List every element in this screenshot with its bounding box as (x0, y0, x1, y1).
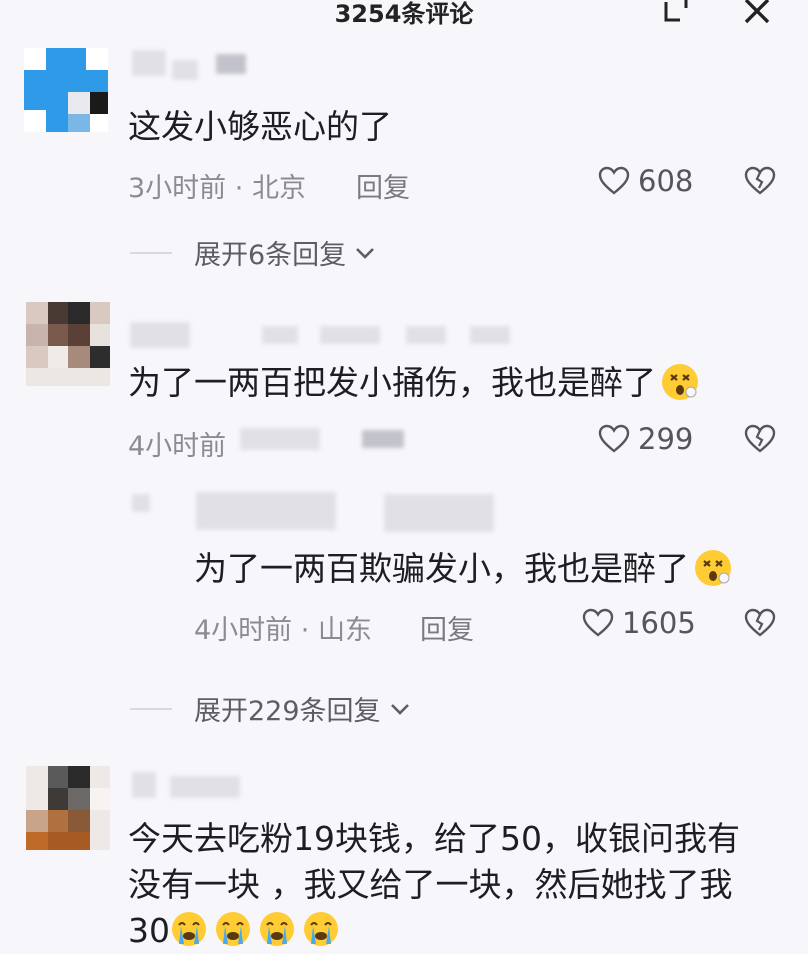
comment-time: 3小时前 (128, 173, 227, 204)
username-blurred (470, 326, 510, 344)
username-blurred (172, 60, 198, 80)
expand-replies-button[interactable]: 展开6条回复 (130, 233, 376, 272)
username-blurred[interactable] (130, 322, 190, 348)
username-blurred (262, 326, 298, 344)
dislike-button[interactable] (744, 608, 776, 638)
location-blurred (240, 428, 320, 450)
chevron-down-icon (356, 247, 375, 259)
username-blurred[interactable] (196, 492, 336, 530)
like-count: 608 (638, 164, 694, 198)
avatar[interactable] (26, 766, 110, 850)
like-count: 299 (638, 422, 694, 456)
heart-icon (598, 424, 630, 453)
avatar[interactable] (26, 302, 110, 386)
broken-heart-icon (744, 608, 776, 637)
chevron-down-icon (390, 703, 409, 715)
expand-replies-button[interactable]: 展开229条回复 (130, 689, 411, 728)
comment-text-line: 没有一块 ，我又给了一块，然后她找了我 (128, 865, 733, 904)
comment-text-line: 今天去吃粉19块钱，给了50，收银问我有 (128, 819, 740, 858)
comment-meta: 3小时前 · 北京 (128, 166, 306, 205)
like-button[interactable]: 1605 (582, 606, 696, 640)
reply-button-blurred[interactable] (362, 430, 404, 448)
expand-replies-label: 展开6条回复 (194, 240, 347, 271)
reply-avatar-blurred[interactable] (132, 494, 150, 512)
reply-button[interactable]: 回复 (420, 608, 474, 647)
username-blurred[interactable] (132, 50, 166, 76)
reply-button[interactable]: 回复 (356, 166, 410, 205)
comment-text: 今天去吃粉19块钱，给了50，收银问我有 没有一块 ，我又给了一块，然后她找了我… (128, 816, 740, 954)
divider-line (130, 251, 172, 254)
loudly-crying-face-emoji-icon (216, 912, 250, 946)
expand-icon[interactable] (660, 0, 694, 28)
loudly-crying-face-emoji-icon (260, 912, 294, 946)
reply-text-content: 为了一两百欺骗发小，我也是醉了 (194, 549, 689, 588)
heart-icon (582, 608, 614, 637)
like-button[interactable]: 299 (598, 422, 693, 456)
comment-text-line: 30 (128, 908, 740, 954)
meta-separator: · (234, 173, 252, 204)
divider-line (130, 707, 172, 710)
comment-text-content: 为了一两百把发小捅伤，我也是醉了 (128, 363, 656, 402)
loudly-crying-face-emoji-icon (304, 912, 338, 946)
dizzy-face-emoji-icon (662, 364, 698, 400)
dislike-button[interactable] (744, 424, 776, 454)
username-blurred (384, 494, 494, 532)
comments-header: 3254条评论 (0, 0, 808, 30)
broken-heart-icon (744, 424, 776, 453)
username-blurred (320, 326, 380, 344)
close-icon[interactable] (740, 0, 774, 28)
username-blurred (406, 326, 446, 344)
username-blurred (216, 54, 246, 74)
comment-text: 这发小够恶心的了 (128, 107, 392, 146)
reply-text: 为了一两百欺骗发小，我也是醉了 (194, 546, 733, 592)
dizzy-face-emoji-icon (695, 550, 731, 586)
reply-meta: 4小时前 · 山东 (194, 608, 372, 647)
loudly-crying-face-emoji-icon (172, 912, 206, 946)
comment-text-amount: 30 (128, 911, 170, 950)
like-button[interactable]: 608 (598, 164, 693, 198)
reply-location: 山东 (317, 615, 372, 646)
reply-time: 4小时前 (194, 615, 293, 646)
comment-text: 为了一两百把发小捅伤，我也是醉了 (128, 360, 700, 406)
broken-heart-icon (744, 166, 776, 195)
meta-separator: · (300, 615, 318, 646)
avatar[interactable] (24, 48, 108, 132)
like-count: 1605 (622, 606, 696, 640)
dislike-button[interactable] (744, 166, 776, 196)
comment-meta: 4小时前 (128, 424, 226, 463)
username-blurred (170, 776, 240, 798)
comment-location: 北京 (251, 173, 306, 204)
username-blurred[interactable] (132, 772, 156, 798)
heart-icon (598, 166, 630, 195)
expand-replies-label: 展开229条回复 (194, 696, 381, 727)
comment-time: 4小时前 (128, 431, 227, 462)
